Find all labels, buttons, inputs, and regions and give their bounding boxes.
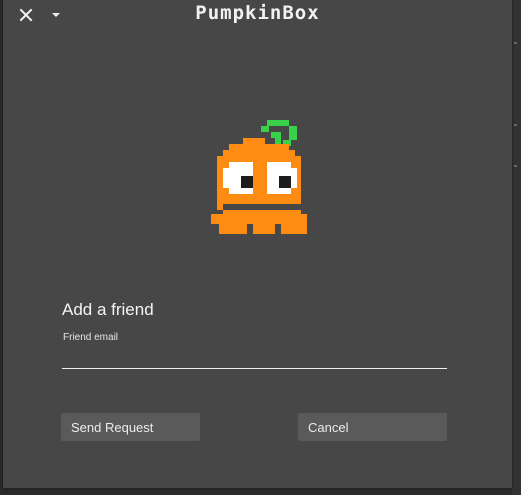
edge-mark — [514, 124, 517, 126]
background-window-edge — [512, 0, 521, 495]
edge-mark — [514, 165, 517, 167]
pumpkin-mascot — [205, 118, 311, 251]
app-title: PumpkinBox — [195, 2, 320, 24]
send-request-button[interactable]: Send Request — [61, 413, 200, 441]
add-friend-dialog: PumpkinBox Add a friend Friend email Sen… — [3, 0, 512, 488]
friend-email-input[interactable] — [62, 346, 447, 369]
pixel-pumpkin-icon — [211, 120, 307, 234]
edge-mark — [514, 42, 517, 44]
friend-email-label: Friend email — [63, 332, 119, 343]
add-friend-heading: Add a friend — [62, 300, 154, 319]
cancel-button[interactable]: Cancel — [298, 413, 447, 441]
